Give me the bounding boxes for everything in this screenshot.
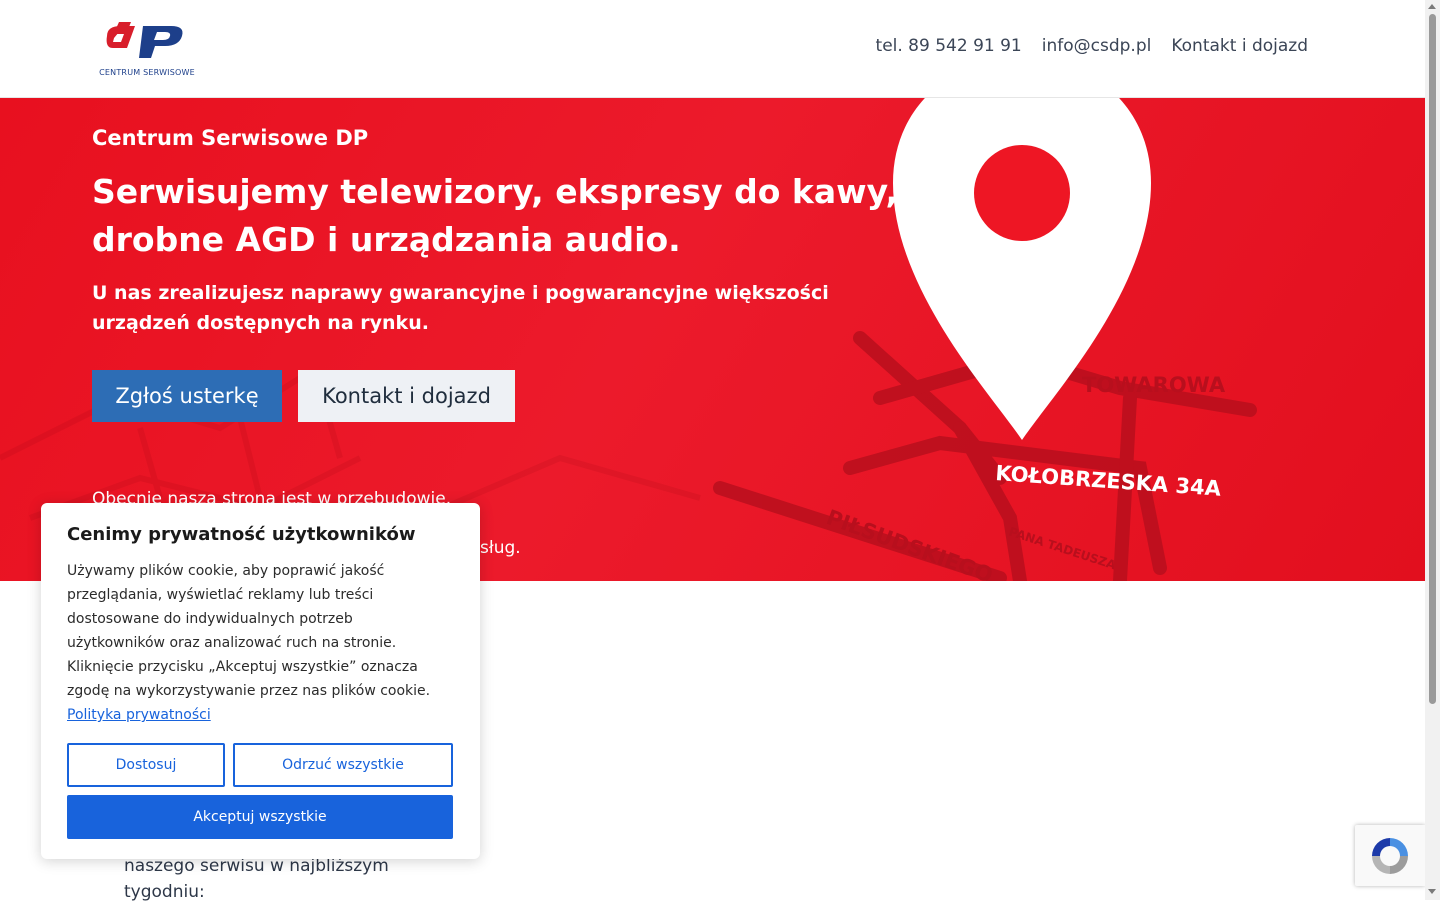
map-label-towarowa: TOWAROWA (1082, 373, 1226, 397)
report-issue-button[interactable]: Zgłoś usterkę (92, 370, 282, 422)
recaptcha-badge[interactable] (1355, 825, 1425, 886)
cookie-text: Używamy plików cookie, aby poprawić jako… (67, 559, 437, 727)
recaptcha-icon (1372, 838, 1408, 874)
cookie-title: Cenimy prywatność użytkowników (67, 524, 416, 545)
cookie-body-text: Używamy plików cookie, aby poprawić jako… (67, 563, 431, 699)
logo-subtitle: CENTRUM SERWISOWE (99, 68, 195, 77)
nav-email-link[interactable]: info@csdp.pl (1042, 36, 1152, 56)
nav-contact-link[interactable]: Kontakt i dojazd (1171, 36, 1308, 56)
page-scrollbar[interactable] (1425, 0, 1440, 900)
accept-all-cookies-button[interactable]: Akceptuj wszystkie (67, 795, 453, 839)
logo[interactable]: CENTRUM SERWISOWE (99, 14, 195, 82)
main-nav: tel. 89 542 91 91 info@csdp.pl Kontakt i… (876, 36, 1308, 56)
scroll-down-arrow-icon[interactable] (1428, 889, 1436, 894)
customize-cookies-button[interactable]: Dostosuj (67, 743, 225, 787)
privacy-policy-link[interactable]: Polityka prywatności (67, 707, 211, 723)
dp-logo-mark-icon (106, 22, 183, 58)
contact-button[interactable]: Kontakt i dojazd (298, 370, 515, 422)
nav-phone-link[interactable]: tel. 89 542 91 91 (876, 36, 1022, 56)
below-hero-text: naszego serwisu w najbliższym tygodniu: (124, 856, 389, 902)
site-header: CENTRUM SERWISOWE tel. 89 542 91 91 info… (0, 0, 1425, 98)
scrollbar-thumb[interactable] (1429, 14, 1436, 704)
scroll-up-arrow-icon[interactable] (1428, 4, 1436, 9)
cookie-consent-dialog: Cenimy prywatność użytkowników Używamy p… (41, 503, 480, 859)
map-label-pilsudskiego: PIŁSUDSKIEGO (823, 505, 996, 581)
hero-note-partial: sług. (480, 538, 521, 558)
hero-subtitle: Centrum Serwisowe DP (92, 126, 369, 150)
hero-title: Serwisujemy telewizory, ekspresy do kawy… (92, 172, 899, 259)
reject-all-cookies-button[interactable]: Odrzuć wszystkie (233, 743, 453, 787)
hero-lead: U nas zrealizujesz naprawy gwarancyjne i… (92, 282, 829, 334)
